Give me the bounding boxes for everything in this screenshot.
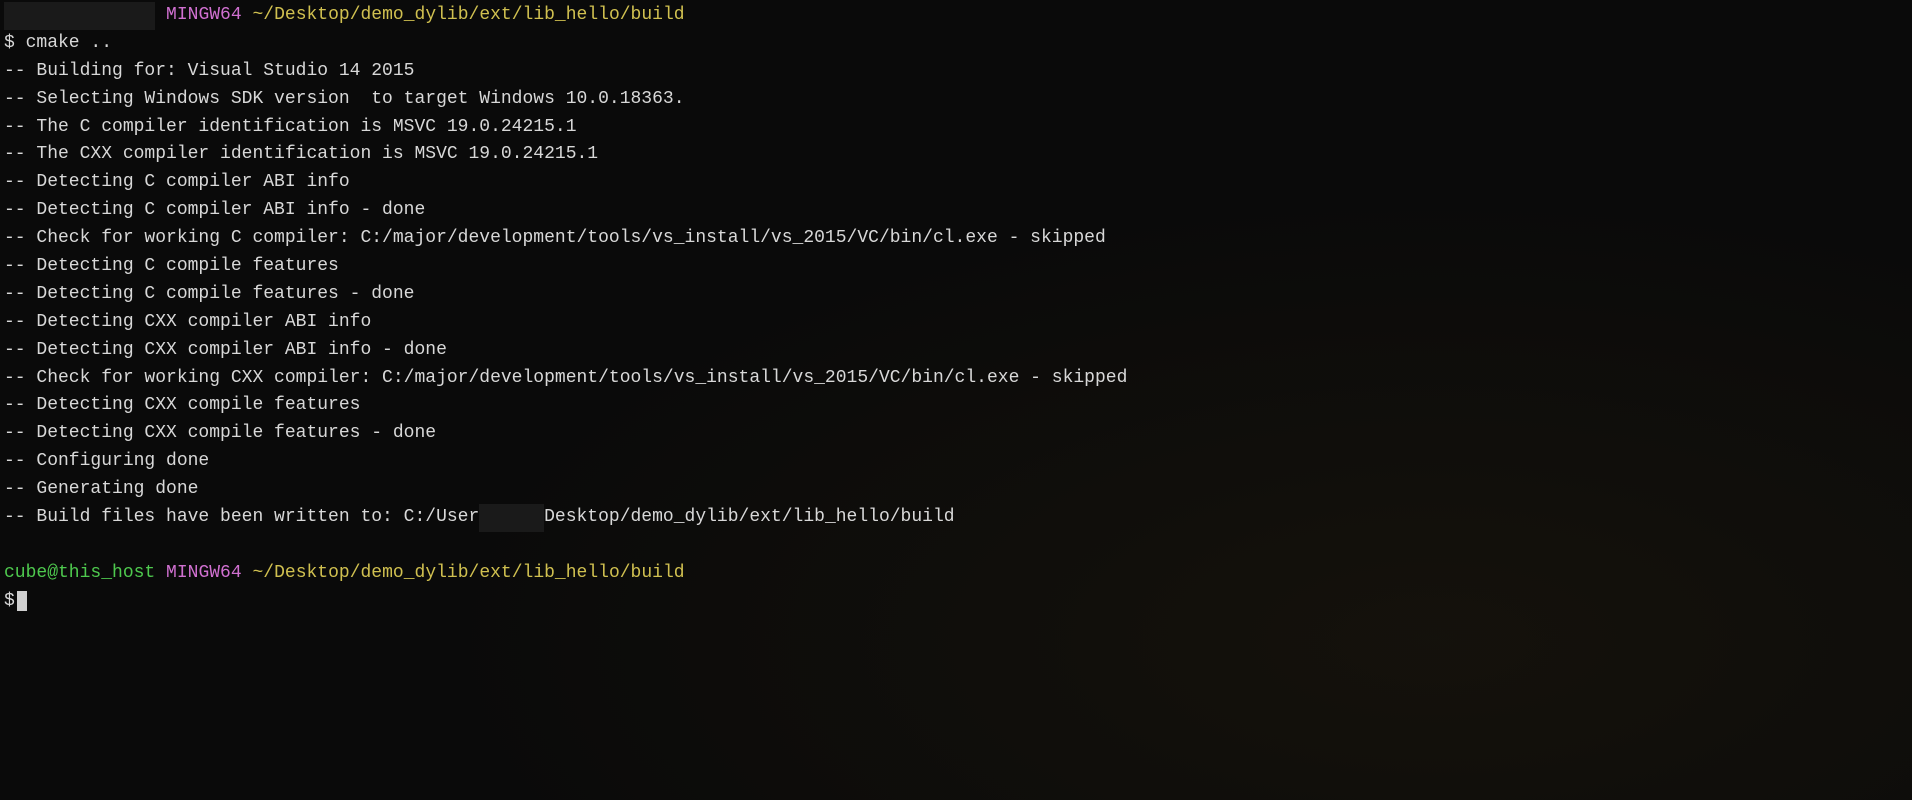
output-line: -- Configuring done xyxy=(4,448,1908,476)
cursor xyxy=(17,591,27,611)
output-line: -- Detecting C compile features xyxy=(4,253,1908,281)
prompt-line-1: MINGW64 ~/Desktop/demo_dylib/ext/lib_hel… xyxy=(4,2,1908,30)
output-line: -- Detecting C compiler ABI info xyxy=(4,169,1908,197)
output-line: -- Detecting CXX compile features xyxy=(4,392,1908,420)
output-line: -- Detecting CXX compiler ABI info xyxy=(4,309,1908,337)
username-redacted xyxy=(479,504,544,532)
terminal-output[interactable]: MINGW64 ~/Desktop/demo_dylib/ext/lib_hel… xyxy=(4,2,1908,616)
cwd-path: ~/Desktop/demo_dylib/ext/lib_hello/build xyxy=(252,563,684,583)
user-host-redacted xyxy=(4,2,155,30)
blank-line xyxy=(4,532,1908,560)
output-line: -- The C compiler identification is MSVC… xyxy=(4,114,1908,142)
output-line: -- Generating done xyxy=(4,476,1908,504)
output-line-build-path: -- Build files have been written to: C:/… xyxy=(4,504,1908,532)
prompt-line-2: cube@this_host MINGW64 ~/Desktop/demo_dy… xyxy=(4,560,1908,588)
output-line: -- Check for working CXX compiler: C:/ma… xyxy=(4,365,1908,393)
env-label: MINGW64 xyxy=(166,5,242,25)
output-line: -- Check for working C compiler: C:/majo… xyxy=(4,225,1908,253)
output-line: -- Selecting Windows SDK version to targ… xyxy=(4,86,1908,114)
user-host: cube@this_host xyxy=(4,563,155,583)
command-line: $ cmake .. xyxy=(4,30,1908,58)
output-line: -- Detecting C compile features - done xyxy=(4,281,1908,309)
output-line: -- Building for: Visual Studio 14 2015 xyxy=(4,58,1908,86)
output-line: -- Detecting CXX compiler ABI info - don… xyxy=(4,337,1908,365)
env-label: MINGW64 xyxy=(166,563,242,583)
output-line: -- The CXX compiler identification is MS… xyxy=(4,141,1908,169)
output-line: -- Detecting C compiler ABI info - done xyxy=(4,197,1908,225)
prompt-input-line[interactable]: $ xyxy=(4,588,1908,616)
cwd-path: ~/Desktop/demo_dylib/ext/lib_hello/build xyxy=(252,5,684,25)
output-line: -- Detecting CXX compile features - done xyxy=(4,420,1908,448)
